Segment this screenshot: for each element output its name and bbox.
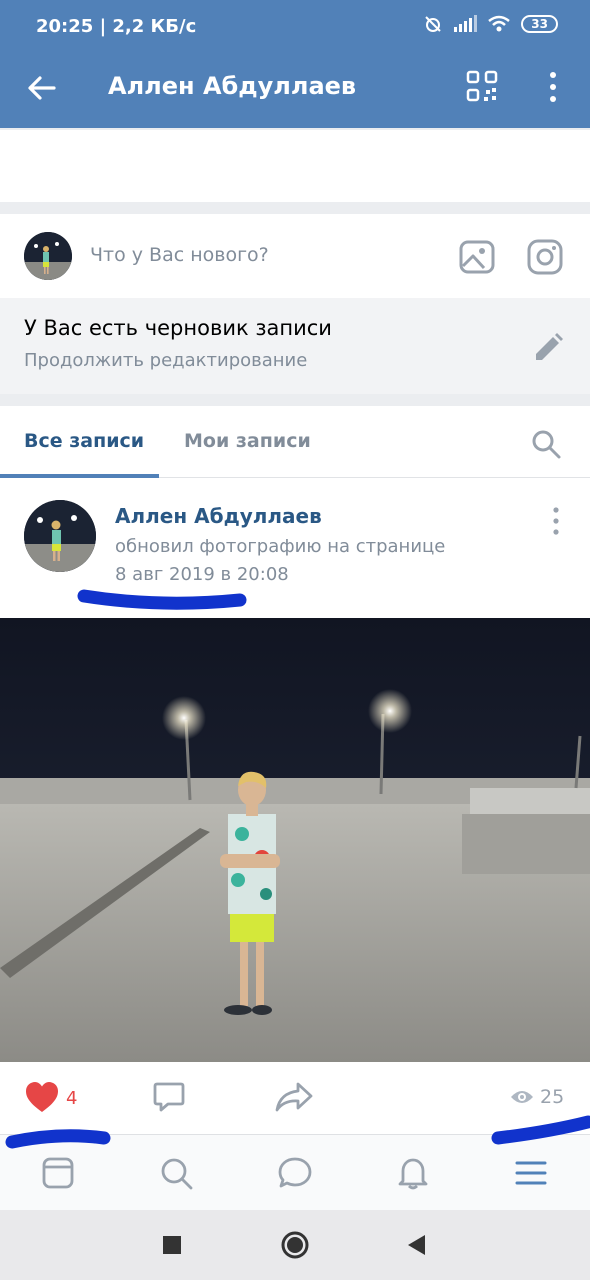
post-actions: 4 25 [0, 1062, 590, 1134]
post-date[interactable]: 8 авг 2019 в 20:08 [115, 564, 289, 585]
composer-placeholder[interactable]: Что у Вас нового? [90, 244, 269, 266]
draft-title: У Вас есть черновик записи [24, 316, 332, 340]
post-author-avatar[interactable] [24, 500, 96, 572]
draft-notice[interactable]: У Вас есть черновик записи Продолжить ре… [0, 298, 590, 394]
post-more-icon[interactable] [546, 506, 566, 536]
share-icon[interactable] [274, 1080, 314, 1114]
home-icon[interactable] [278, 1228, 312, 1262]
signal-icon [454, 15, 478, 32]
status-icons: 33 [423, 14, 558, 34]
eye-icon [511, 1091, 533, 1103]
avatar [24, 232, 72, 280]
post-photo[interactable] [0, 618, 590, 1062]
app-header: Аллен Абдуллаев [0, 56, 590, 128]
search-icon[interactable] [530, 428, 562, 460]
system-back-icon[interactable] [400, 1228, 434, 1262]
draft-continue-link[interactable]: Продолжить редактирование [24, 350, 307, 371]
post-composer[interactable]: Что у Вас нового? [0, 214, 590, 298]
page-title: Аллен Абдуллаев [108, 72, 357, 100]
search-nav-icon[interactable] [158, 1155, 194, 1191]
back-arrow-icon[interactable] [24, 70, 60, 106]
instagram-icon[interactable] [526, 238, 564, 276]
system-navigation-bar [0, 1210, 590, 1280]
pencil-icon[interactable] [530, 330, 566, 366]
like-count: 4 [66, 1088, 78, 1109]
views-count: 25 [540, 1086, 565, 1108]
photo-icon[interactable] [458, 238, 496, 276]
wifi-icon [488, 15, 511, 32]
qr-code-icon[interactable] [466, 70, 498, 102]
bottom-navigation [0, 1134, 590, 1210]
more-vertical-icon[interactable] [538, 70, 568, 104]
post-author-name[interactable]: Аллен Абдуллаев [115, 504, 322, 528]
battery-indicator: 33 [521, 15, 558, 33]
alarm-off-icon [425, 16, 442, 32]
menu-icon[interactable] [513, 1155, 549, 1191]
messages-icon[interactable] [277, 1155, 313, 1191]
status-bar: 20:25 | 2,2 КБ/с 33 [0, 0, 590, 56]
tab-all-posts[interactable]: Все записи [24, 430, 144, 452]
heart-icon[interactable] [24, 1080, 60, 1116]
tab-my-posts[interactable]: Мои записи [184, 430, 311, 452]
profile-info-card [0, 130, 590, 202]
news-feed-icon[interactable] [40, 1155, 76, 1191]
recent-apps-icon[interactable] [155, 1228, 189, 1262]
wall-tabs: Все записи Мои записи [0, 406, 590, 478]
wall-post: Аллен Абдуллаев обновил фотографию на ст… [0, 478, 590, 1134]
status-time: 20:25 | 2,2 КБ/с [36, 16, 197, 37]
comment-icon[interactable] [152, 1080, 186, 1114]
post-action-text: обновил фотографию на странице [115, 536, 446, 557]
notifications-icon[interactable] [395, 1155, 431, 1191]
